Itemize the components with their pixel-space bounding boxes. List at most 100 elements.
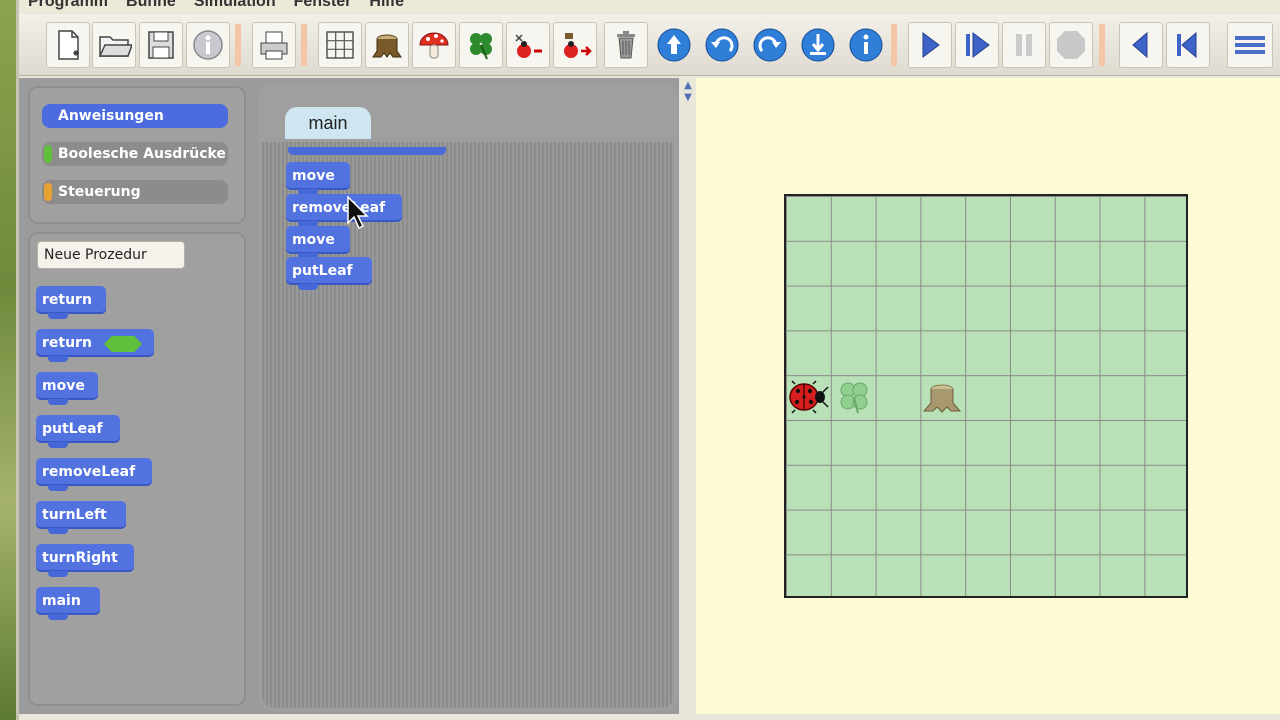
new-file-button[interactable] [46, 22, 90, 68]
back-icon [1132, 31, 1148, 59]
ladybug-run-icon [564, 33, 592, 58]
grid-icon [326, 31, 354, 59]
clover-leaf[interactable] [832, 375, 876, 419]
palette-block-return-value[interactable]: return [36, 329, 154, 362]
menu-programm[interactable]: Programm [19, 0, 117, 12]
put-leaf-button[interactable] [796, 22, 840, 68]
ladybug-kara[interactable] [786, 375, 830, 419]
open-button[interactable] [92, 22, 136, 68]
step-button[interactable] [955, 22, 999, 68]
clover-icon [470, 33, 492, 60]
toolbar-separator [235, 24, 241, 66]
turn-right-icon [753, 28, 787, 62]
move-button[interactable] [652, 22, 696, 68]
block-label: removeLeaf [292, 200, 386, 216]
print-button[interactable] [252, 22, 296, 68]
category-color-tag [44, 183, 52, 201]
palette-block-move[interactable]: move [36, 372, 98, 405]
script-block-removeleaf[interactable]: removeLeaf [286, 194, 402, 227]
rewind-button[interactable] [1166, 22, 1210, 68]
block-label: move [292, 232, 335, 248]
block-label: return [42, 335, 92, 351]
arrow-up-icon [657, 28, 691, 62]
turn-right-button[interactable] [748, 22, 792, 68]
play-icon [922, 32, 940, 58]
save-button[interactable] [139, 22, 183, 68]
back-button[interactable] [1119, 22, 1163, 68]
ladybug-stop-button[interactable] [506, 22, 550, 68]
ladybug-stop-icon [515, 34, 542, 58]
place-stump-button[interactable] [365, 22, 409, 68]
open-folder-icon [98, 36, 132, 57]
remove-leaf-button[interactable] [844, 22, 888, 68]
toolbar-separator [891, 24, 897, 66]
step-icon [966, 32, 990, 58]
category-label: Boolesche Ausdrücke [58, 146, 226, 162]
grid-button[interactable] [318, 22, 362, 68]
info-button[interactable] [186, 22, 230, 68]
block-label: putLeaf [292, 263, 353, 279]
toolbar-separator [1099, 24, 1105, 66]
category-color-tag [44, 107, 52, 125]
menu-button[interactable] [1227, 22, 1273, 68]
info-icon [193, 30, 223, 60]
palette-block-turnright[interactable]: turnRight [36, 544, 134, 577]
menu-fenster[interactable]: Fenster [285, 0, 361, 12]
category-anweisungen[interactable]: Anweisungen [42, 104, 228, 128]
place-clover-button[interactable] [459, 22, 503, 68]
script-block-move[interactable]: move [286, 226, 350, 259]
block-label: turnRight [42, 550, 118, 566]
block-label: removeLeaf [42, 464, 136, 480]
stop-button[interactable] [1049, 22, 1093, 68]
ladybug-icon [789, 380, 829, 414]
stop-icon [1057, 31, 1085, 59]
toolbar [19, 14, 1280, 76]
mushroom-icon [419, 32, 449, 59]
menu-simulation[interactable]: Simulation [185, 0, 285, 12]
play-button[interactable] [908, 22, 952, 68]
block-label: turnLeft [42, 507, 107, 523]
menu-hilfe[interactable]: Hilfe [360, 0, 413, 12]
palette-block-return[interactable]: return [36, 286, 106, 319]
category-label: Steuerung [58, 184, 141, 200]
clover-icon [840, 382, 868, 414]
mouse-cursor-icon [347, 196, 369, 230]
palette-block-turnleft[interactable]: turnLeft [36, 501, 126, 534]
category-label: Anweisungen [58, 108, 164, 124]
procedure-header-block[interactable] [288, 147, 446, 155]
new-procedure-button[interactable]: Neue Prozedur [37, 241, 185, 269]
block-label: return [42, 292, 92, 308]
ladybug-run-button[interactable] [553, 22, 597, 68]
pick-up-icon [849, 28, 883, 62]
script-block-putleaf[interactable]: putLeaf [286, 257, 372, 290]
print-icon [260, 31, 288, 60]
tree-stump[interactable] [920, 375, 964, 419]
category-boolesche-ausdruecke[interactable]: Boolesche Ausdrücke [42, 142, 228, 166]
tree-stump-icon [372, 34, 402, 58]
block-label: main [42, 593, 81, 609]
delete-button[interactable] [604, 22, 648, 68]
tab-main[interactable]: main [285, 107, 371, 139]
rewind-icon [1177, 31, 1197, 59]
trash-icon [617, 31, 635, 59]
palette-block-putleaf[interactable]: putLeaf [36, 415, 120, 448]
category-color-tag [44, 145, 52, 163]
script-block-move[interactable]: move [286, 162, 350, 195]
turn-left-button[interactable] [700, 22, 744, 68]
menubar: Programm Bühne Simulation Fenster Hilfe [19, 0, 1280, 12]
menu-buehne[interactable]: Bühne [117, 0, 185, 12]
collapse-arrows-icon[interactable]: ▲ ▼ [682, 80, 694, 120]
palette-block-removeleaf[interactable]: removeLeaf [36, 458, 152, 491]
place-mushroom-button[interactable] [412, 22, 456, 68]
toolbar-separator [301, 24, 307, 66]
pause-icon [1016, 34, 1032, 56]
desktop-edge [0, 0, 16, 720]
category-steuerung[interactable]: Steuerung [42, 180, 228, 204]
boolean-slot[interactable] [104, 336, 142, 352]
pause-button[interactable] [1002, 22, 1046, 68]
tree-stump-icon [922, 384, 962, 413]
turn-left-icon [705, 28, 739, 62]
save-icon [148, 31, 174, 59]
palette-block-main[interactable]: main [36, 587, 100, 620]
menu-icon [1235, 36, 1265, 54]
